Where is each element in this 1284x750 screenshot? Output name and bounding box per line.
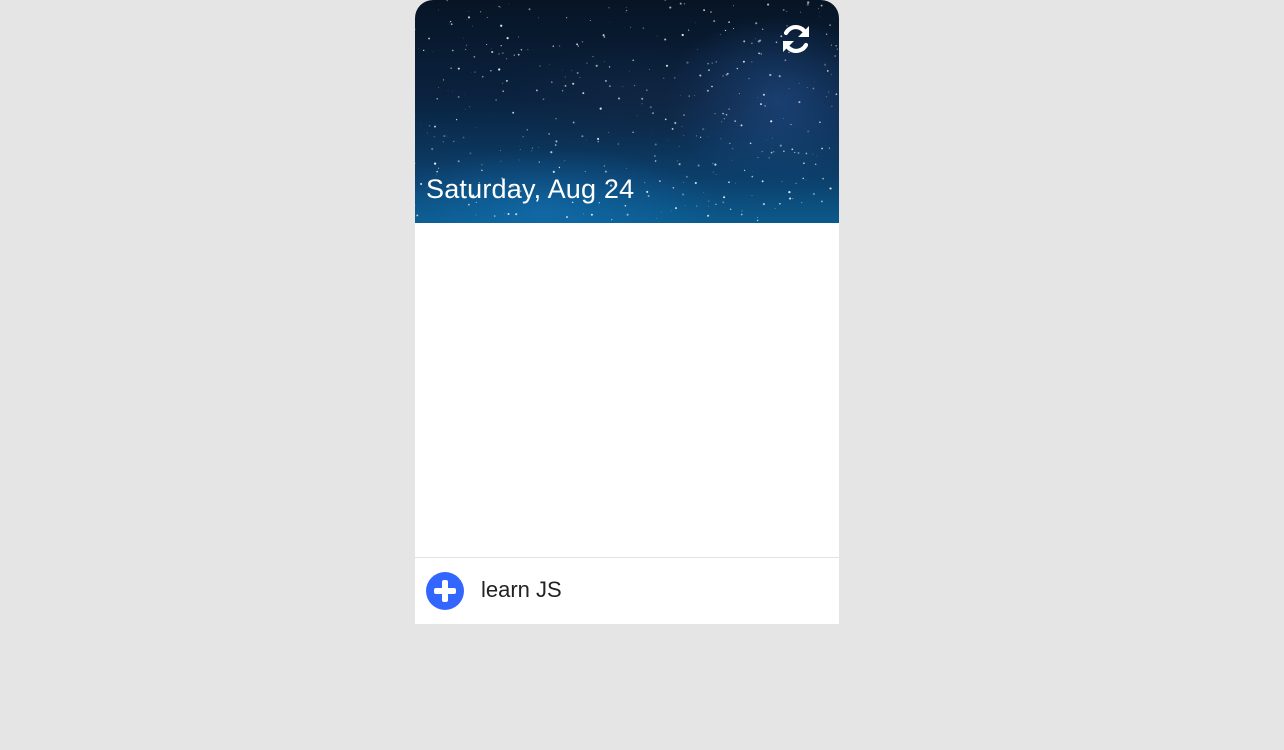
task-list — [415, 223, 839, 557]
task-input[interactable] — [481, 571, 821, 609]
add-task-bar — [415, 557, 839, 624]
refresh-icon[interactable] — [779, 22, 813, 56]
add-task-button[interactable] — [426, 572, 464, 610]
header-banner: Saturday, Aug 24 — [415, 0, 839, 223]
current-date: Saturday, Aug 24 — [426, 174, 635, 204]
plus-icon-horizontal — [434, 588, 456, 594]
todo-app-card: Saturday, Aug 24 — [415, 0, 839, 624]
